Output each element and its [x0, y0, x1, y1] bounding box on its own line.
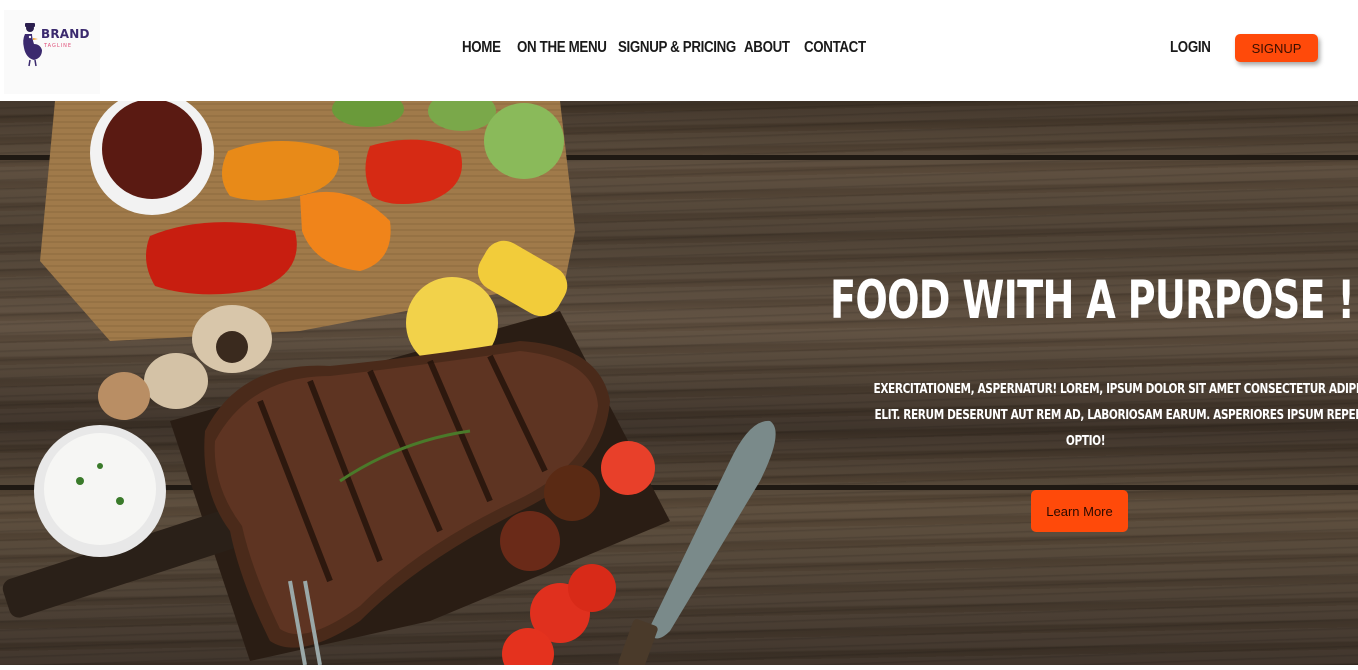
- nav-item-on-the-menu[interactable]: ON THE MENU: [517, 36, 607, 60]
- hero-food-image: [2, 101, 776, 665]
- learn-more-button[interactable]: Learn More: [1031, 490, 1128, 532]
- signup-button[interactable]: SIGNUP: [1235, 34, 1318, 62]
- hero-section: FOOD WITH A PURPOSE ! EXERCITATIONEM, AS…: [0, 101, 1358, 665]
- brand-logo[interactable]: BRAND TAGLINE: [4, 10, 100, 94]
- brand-tagline: TAGLINE: [44, 43, 73, 49]
- hero-description: EXERCITATIONEM, ASPERNATUR! LOREM, IPSUM…: [808, 377, 1358, 455]
- nav-item-about[interactable]: ABOUT: [744, 36, 790, 60]
- login-link[interactable]: LOGIN: [1170, 36, 1211, 60]
- nav-item-signup-pricing[interactable]: SIGNUP & PRICING: [618, 36, 736, 60]
- hero-description-line: OPTIO!: [1066, 434, 1106, 449]
- site-header: BRAND TAGLINE HOME ON THE MENU SIGNUP & …: [0, 0, 1358, 101]
- hero-title: FOOD WITH A PURPOSE !: [830, 270, 1355, 331]
- page-bottom-edge: [0, 665, 1358, 670]
- nav-item-home[interactable]: HOME: [462, 36, 501, 60]
- hero-description-line: ELIT. RERUM DESERUNT AUT REM AD, LABORIO…: [874, 408, 1358, 423]
- brand-name: BRAND: [41, 27, 90, 41]
- hero-description-line: EXERCITATIONEM, ASPERNATUR! LOREM, IPSUM…: [873, 382, 1358, 397]
- nav-item-contact[interactable]: CONTACT: [804, 36, 866, 60]
